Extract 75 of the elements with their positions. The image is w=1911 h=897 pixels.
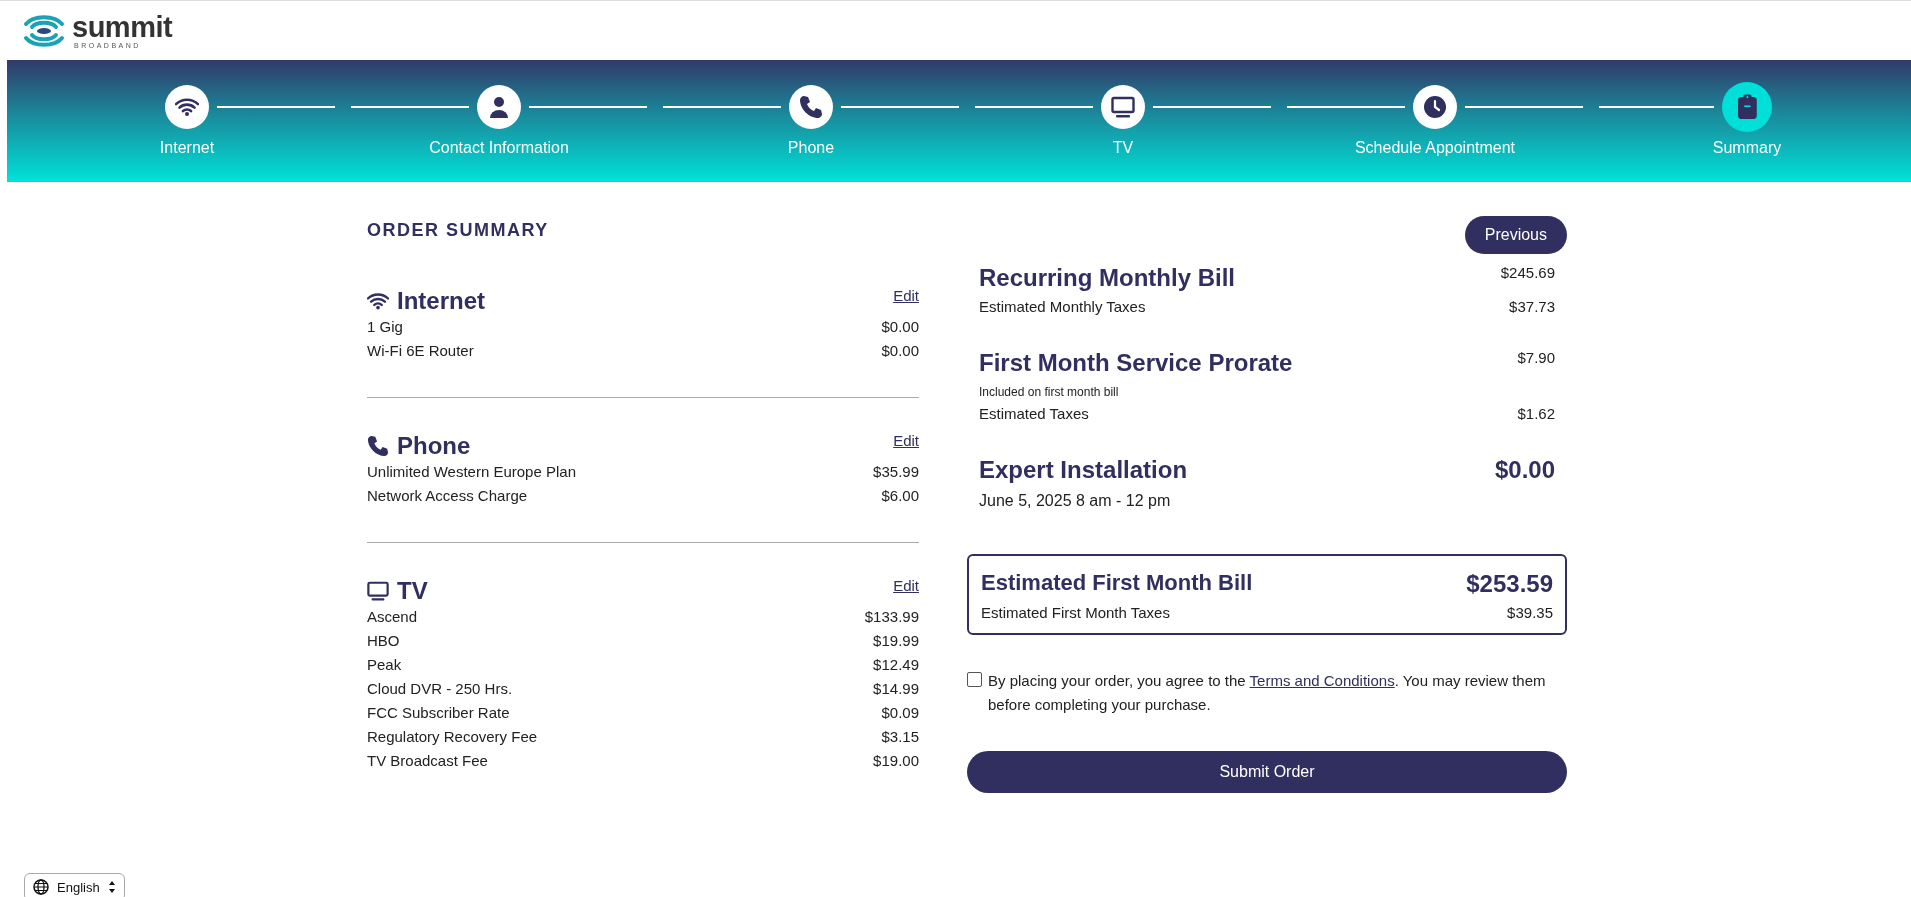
step-label: Phone [787, 139, 835, 157]
item-name: Cloud DVR - 250 Hrs. [367, 679, 513, 699]
step-label: TV [1112, 139, 1134, 157]
section-title: TV [397, 577, 428, 605]
step-button[interactable] [1101, 85, 1145, 129]
bill-title: Recurring Monthly Bill [979, 264, 1235, 292]
total-amount: $253.59 [1466, 570, 1553, 598]
item-name: TV Broadcast Fee [367, 751, 488, 771]
item-price: $19.99 [873, 631, 919, 651]
step-button[interactable] [789, 85, 833, 129]
tax-amount: $37.73 [1509, 298, 1555, 315]
globe-icon [33, 879, 49, 895]
section-title: Internet [397, 287, 485, 315]
clipboard-icon [1736, 94, 1758, 120]
step-button[interactable] [1722, 82, 1772, 132]
page-title: ORDER SUMMARY [367, 220, 550, 241]
monitor-icon [1111, 95, 1135, 119]
tax-amount: $39.35 [1507, 604, 1553, 621]
bill-amount: $0.00 [1494, 456, 1555, 484]
item-name: HBO [367, 631, 400, 651]
edit-link[interactable]: Edit [893, 432, 919, 449]
item-name: Regulatory Recovery Fee [367, 727, 538, 747]
item-name: Network Access Charge [367, 486, 528, 506]
bill-amount: $7.90 [1517, 349, 1555, 366]
step-label: Internet [159, 139, 215, 157]
wifi-icon [175, 97, 199, 117]
item-price: $6.00 [881, 486, 919, 506]
item-name: FCC Subscriber Rate [367, 703, 510, 723]
edit-link[interactable]: Edit [893, 287, 919, 304]
wifi-icon [367, 292, 389, 310]
agreement-text: By placing your order, you agree to the Terms and Conditions. You may review them before completing your purchase. [988, 671, 1547, 715]
clock-icon [1423, 95, 1447, 119]
agree-checkbox[interactable] [967, 672, 982, 687]
installation-date: June 5, 2025 8 am - 12 pm [979, 492, 1172, 510]
item-price: $0.00 [881, 317, 919, 337]
step-label: Contact Information [429, 139, 569, 157]
item-price: $19.00 [873, 751, 919, 771]
logo-name: summit [72, 12, 173, 42]
item-price: $12.49 [873, 655, 919, 675]
monitor-icon [367, 580, 389, 602]
tax-label: Estimated Monthly Taxes [979, 298, 1146, 315]
step-label: Summary [1712, 139, 1782, 157]
item-name: Wi-Fi 6E Router [367, 341, 474, 361]
tax-amount: $1.62 [1517, 405, 1555, 422]
item-name: Ascend [367, 607, 418, 627]
bill-amount: $245.69 [1500, 264, 1555, 281]
bill-title: Expert Installation [979, 456, 1188, 484]
phone-icon [799, 95, 823, 119]
item-price: $133.99 [864, 607, 919, 627]
item-price: $0.00 [881, 341, 919, 361]
terms-link[interactable]: Terms and Conditions [1249, 672, 1395, 689]
step-button[interactable] [477, 85, 521, 129]
tax-label: Estimated Taxes [979, 405, 1089, 422]
previous-button[interactable]: Previous [1464, 216, 1567, 254]
edit-link[interactable]: Edit [893, 577, 919, 594]
step-button[interactable] [1413, 85, 1457, 129]
section-title: Phone [397, 432, 471, 460]
total-title: Estimated First Month Bill [981, 570, 1253, 596]
bill-note: Included on first month bill [979, 385, 1120, 399]
step-label: Schedule Appointment [1354, 139, 1516, 157]
item-price: $14.99 [873, 679, 919, 699]
item-name: 1 Gig [367, 317, 403, 337]
tax-label: Estimated First Month Taxes [981, 604, 1170, 621]
bill-title: First Month Service Prorate [979, 349, 1293, 377]
step-button[interactable] [165, 85, 209, 129]
person-icon [487, 95, 511, 119]
spinner-arrows-icon [107, 880, 116, 894]
language-select[interactable]: English [24, 873, 125, 897]
phone-icon [367, 435, 389, 457]
item-name: Unlimited Western Europe Plan [367, 462, 576, 482]
item-name: Peak [367, 655, 402, 675]
item-price: $35.99 [873, 462, 919, 482]
item-price: $0.09 [881, 703, 919, 723]
item-price: $3.15 [881, 727, 919, 747]
submit-order-button[interactable]: Submit Order [967, 751, 1567, 793]
